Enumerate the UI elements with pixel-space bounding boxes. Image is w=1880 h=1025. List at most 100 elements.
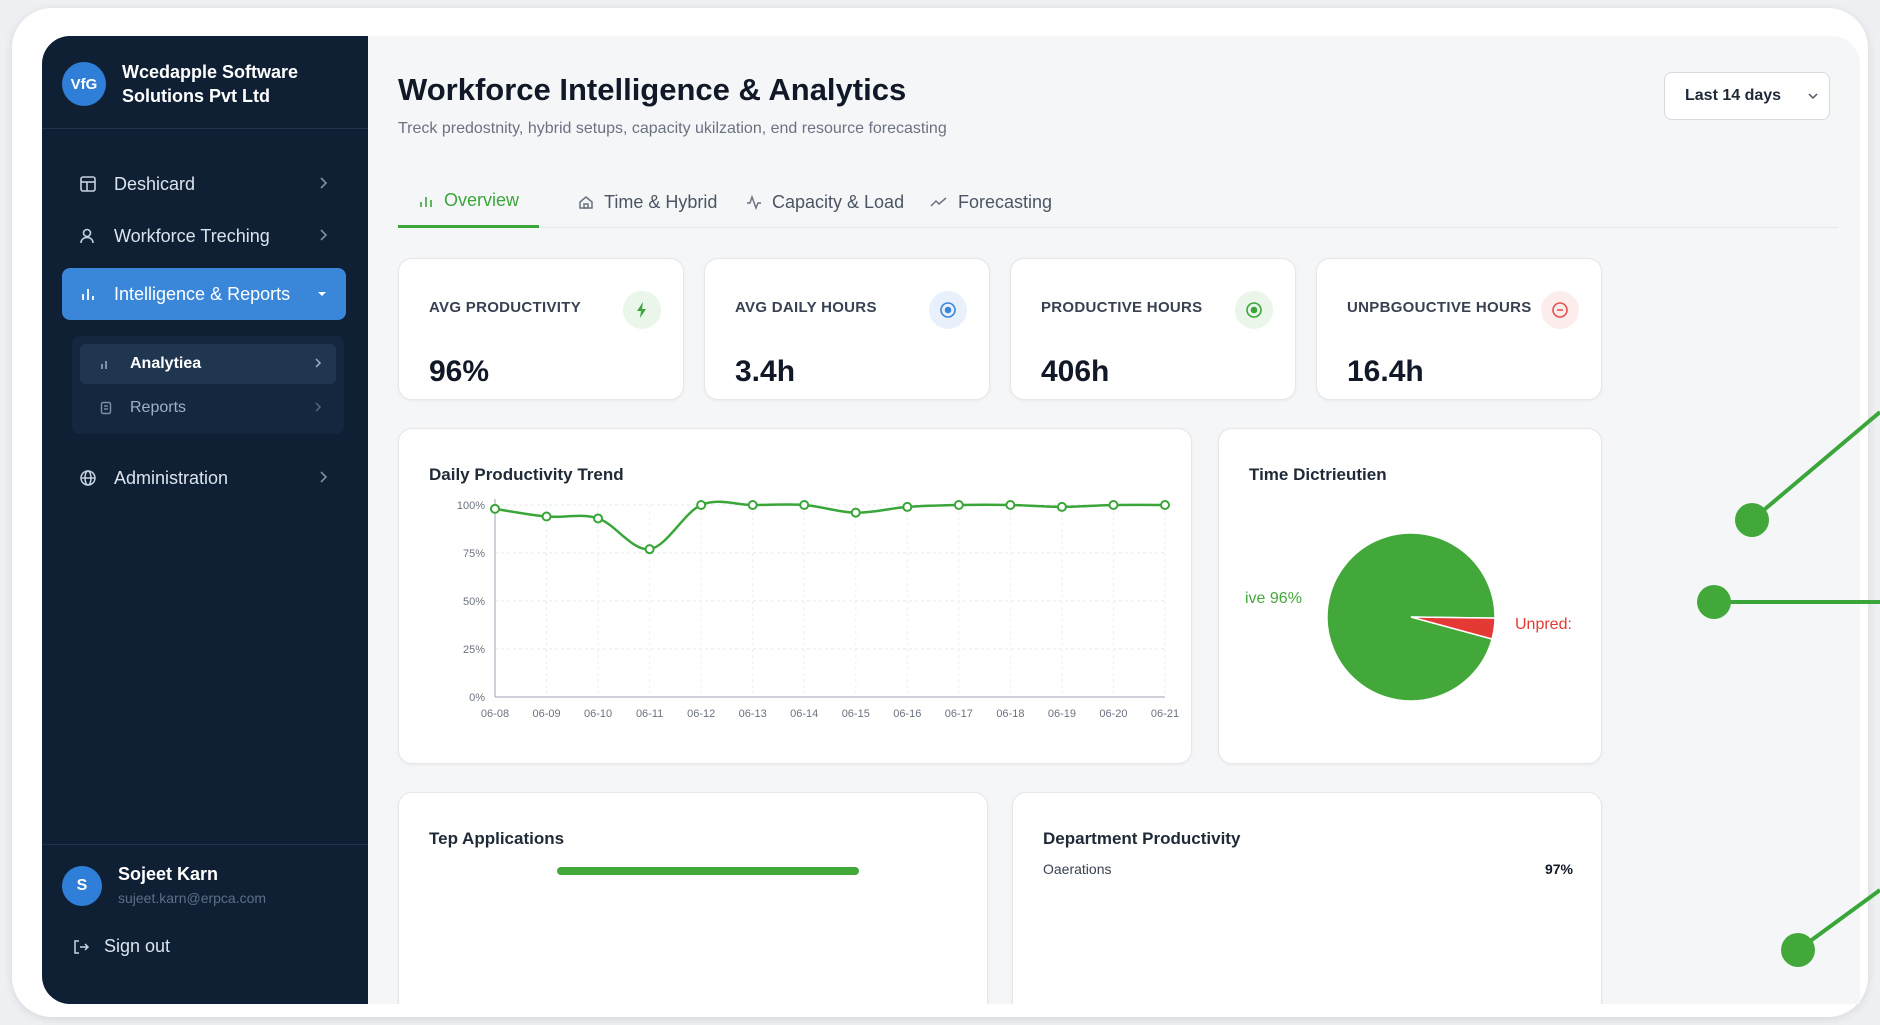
x-tick-label: 06-13 (739, 708, 767, 720)
date-range-select[interactable]: Last 14 days (1664, 72, 1830, 120)
x-tick-label: 06-14 (790, 708, 818, 720)
sidebar-subitem-label: Analytiea (130, 355, 202, 372)
sidebar-subitem-label: Reports (130, 399, 187, 416)
x-tick-label: 06-09 (532, 708, 560, 720)
kpi-card-productive-hours: PRODUCTIVE HOURS 406h (1010, 258, 1296, 400)
tab-time-hybrid[interactable]: Time & Hybrid (558, 176, 737, 228)
tab-label: Capacity & Load (772, 191, 905, 212)
sidebar-item-intelligence-reports[interactable]: Intelligence & Reports (62, 268, 346, 320)
org-avatar: VfG (62, 62, 106, 106)
data-point (1160, 500, 1170, 510)
department-productivity-card: Department Productivity Oaerations 97% (1012, 792, 1602, 1004)
sidebar-item-label: Deshicard (114, 173, 196, 194)
kpi-label: PRODUCTIVE HOURS (1041, 299, 1203, 316)
time-distribution-card: Time Dictrieutien ive 96% Unpred: (1218, 428, 1602, 764)
kpi-value: 3.4h (735, 355, 796, 388)
page-title: Workforce Intelligence & Analytics (398, 72, 907, 107)
data-point (1056, 501, 1067, 512)
sidebar-divider (42, 844, 368, 845)
department-name: Oaerations (1043, 861, 1112, 877)
main-content: Workforce Intelligence & Analytics Treck… (368, 36, 1860, 1004)
document-icon (98, 400, 114, 416)
tab-label: Overview (444, 190, 520, 210)
top-applications-card: Tep Applications (398, 792, 988, 1004)
app-usage-bar (557, 867, 859, 875)
x-tick-label: 06-18 (996, 708, 1024, 720)
kpi-card-avg-daily-hours: AVG DAILY HOURS 3.4h (704, 258, 990, 400)
pie-label-productive: ive 96% (1245, 590, 1302, 607)
pie-label-unproductive: Unpred: (1515, 616, 1572, 633)
sidebar-item-dashboard[interactable]: Deshicard (62, 158, 346, 210)
tab-bar: Overview Time & Hybrid Capacity & Load F… (398, 176, 1838, 228)
chevron-down-icon (1807, 89, 1819, 107)
lightning-icon (623, 291, 661, 329)
avatar: S (62, 866, 102, 906)
data-point (850, 507, 861, 518)
kpi-value: 96% (429, 355, 490, 388)
kpi-label: UNPBGOUCTIVE HOURS (1347, 299, 1532, 316)
logout-icon (72, 938, 90, 956)
chevron-down-icon (316, 284, 328, 305)
chevron-right-icon (314, 400, 322, 418)
sidebar-item-label: Administration (114, 467, 229, 488)
pie-chart: ive 96% Unpred: (1245, 532, 1572, 702)
data-point (541, 511, 552, 522)
tab-forecasting[interactable]: Forecasting (910, 176, 1072, 228)
app-window: VfG Wcedapple Software Solutions Pvt Ltd… (42, 36, 1860, 1004)
page-subtitle: Treck predostnity, hybrid setups, capaci… (398, 120, 947, 137)
sidebar-subitem-analytics[interactable]: Analytiea (80, 344, 336, 384)
sidebar-item-label: Intelligence & Reports (114, 283, 291, 304)
x-tick-label: 06-20 (1099, 708, 1127, 720)
kpi-label: AVG PRODUCTIVITY (429, 299, 582, 316)
date-range-value: Last 14 days (1685, 87, 1782, 104)
user-email: sujeet.karn@erpca.com (118, 890, 267, 906)
data-point (1005, 500, 1016, 510)
card-title: Tep Applications (429, 829, 565, 848)
daily-productivity-trend-card: Daily Productivity Trend 0% 25% 50% 75% 100%… (398, 428, 1192, 764)
sidebar-item-administration[interactable]: Administration (62, 452, 346, 504)
x-tick-label: 06-15 (842, 708, 870, 720)
x-tick-label: 06-16 (893, 708, 921, 720)
data-point (644, 544, 655, 555)
data-point (902, 501, 913, 512)
x-tick-label: 06-11 (636, 708, 663, 720)
chevron-right-icon (318, 226, 328, 247)
department-value: 97% (1544, 861, 1573, 877)
sidebar-item-label: Workforce Treching (114, 225, 270, 246)
tab-label: Forecasting (958, 191, 1053, 212)
x-tick-label: 06-08 (481, 708, 509, 720)
tab-capacity-load[interactable]: Capacity & Load (726, 176, 924, 228)
bar-chart-icon (98, 356, 114, 372)
user-profile[interactable]: S Sojeet Karn sujeet.karn@erpca.com (62, 862, 352, 922)
alert-circle-icon (1541, 291, 1579, 329)
tab-overview[interactable]: Overview (398, 176, 540, 228)
data-point (696, 500, 707, 510)
sidebar-subitem-reports[interactable]: Reports (80, 388, 336, 428)
chevron-right-icon (318, 174, 328, 195)
sidebar-item-workforce-tracking[interactable]: Workforce Treching (62, 210, 346, 262)
kpi-card-unproductive-hours: UNPBGOUCTIVE HOURS 16.4h (1316, 258, 1602, 400)
dashboard-icon (78, 174, 98, 194)
y-tick-label: 25% (463, 644, 485, 656)
user-name: Sojeet Karn (118, 864, 219, 884)
data-point (799, 500, 810, 510)
org-header[interactable]: VfG Wcedapple Software Solutions Pvt Ltd (62, 58, 352, 118)
target-icon (929, 291, 967, 329)
x-tick-label: 06-17 (945, 708, 973, 720)
globe-icon (78, 468, 98, 488)
y-tick-label: 50% (463, 596, 485, 608)
sign-out-button[interactable]: Sign out (72, 936, 170, 957)
check-circle-icon (1235, 291, 1273, 329)
chevron-right-icon (318, 468, 328, 489)
sidebar-subnav: Analytiea Reports (72, 336, 344, 434)
sidebar-divider (42, 128, 368, 129)
data-point (953, 500, 964, 510)
y-tick-label: 100% (457, 500, 485, 512)
sign-out-label: Sign out (104, 936, 171, 956)
card-title: Department Productivity (1043, 829, 1241, 848)
data-point (593, 513, 604, 524)
x-tick-label: 06-12 (687, 708, 715, 720)
trend-chart: 0% 25% 50% 75% 100% 06-08 06-09 06-10 06-11 06-12… (457, 499, 1179, 720)
data-point (490, 503, 500, 514)
chevron-right-icon (314, 356, 322, 374)
